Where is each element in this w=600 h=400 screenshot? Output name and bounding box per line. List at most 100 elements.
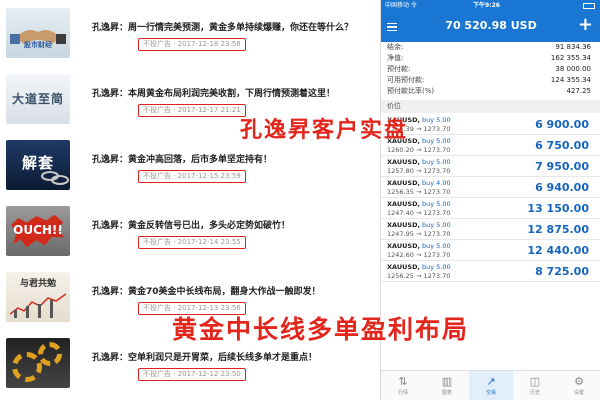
account-row: 可用预付款: 124 355.34 (381, 75, 600, 86)
thumbnail-caption: 大道至简 (11, 92, 64, 106)
new-order-button[interactable]: + (578, 15, 593, 35)
order-prices: 1247.95 → 1273.70 (387, 230, 451, 238)
menu-icon[interactable] (387, 23, 397, 31)
order-row[interactable]: XAUUSD, buy 5.00 1257.80 → 1273.70 7 950… (381, 156, 600, 177)
account-row: 预付款比率(%) 427.25 (381, 86, 600, 97)
article-thumbnail[interactable] (6, 338, 70, 388)
order-side: buy 5.00 (422, 242, 451, 250)
order-symbol: XAUUSD, (387, 158, 420, 166)
thumbnail-caption: 股市财经 (24, 40, 52, 49)
order-profit: 13 150.00 (527, 202, 589, 215)
account-value: 91 834.36 (555, 43, 591, 51)
tab-label: 历史 (529, 390, 540, 396)
order-profit: 6 940.00 (535, 181, 589, 194)
handshake-icon (10, 30, 66, 44)
order-profit: 7 950.00 (535, 160, 589, 173)
account-label: 结余: (387, 43, 404, 51)
article-title[interactable]: 孔逸昇：周一行情完美预测，黄金多单持续爆赚，你还在等什么？ (92, 20, 372, 33)
order-prices: 1260.20 → 1273.70 (387, 146, 451, 154)
order-side: buy 5.00 (422, 158, 451, 166)
article-title[interactable]: 孔逸昇：本周黄金布局利润完美收割，下周行情预测着这里！ (92, 86, 372, 99)
article-title[interactable]: 孔逸昇：黄金70美金中长线布局，翻身大作战一触即发！ (92, 284, 372, 297)
tab-history[interactable]: ◫ 历史 (513, 371, 557, 400)
account-row: 预付款: 38 000.00 (381, 64, 600, 75)
order-side: buy 5.00 (422, 116, 451, 124)
order-row[interactable]: XAUUSD, buy 5.00 1247.95 → 1273.70 12 87… (381, 219, 600, 240)
article-title[interactable]: 孔逸昇：黄金反转信号已出，多头必定势如破竹！ (92, 218, 372, 231)
account-balance: 70 520.98 USD (445, 19, 537, 32)
order-profit: 6 750.00 (535, 139, 589, 152)
account-value: 162 355.34 (550, 54, 591, 62)
order-side: buy 5.00 (422, 200, 451, 208)
feed-item[interactable]: 股市财经 孔逸昇：周一行情完美预测，黄金多单持续爆赚，你还在等什么？ 不投广告 … (0, 0, 374, 62)
account-label: 可用预付款: (387, 76, 425, 84)
gear-icon (38, 342, 62, 366)
account-value: 124 355.34 (550, 76, 591, 84)
status-bar: 中国移动 令 下午9:26 (381, 0, 600, 11)
article-thumbnail[interactable]: OUCH!! (6, 206, 70, 256)
order-symbol: XAUUSD, (387, 242, 420, 250)
order-prices: 1247.40 → 1273.70 (387, 209, 451, 217)
carrier-label: 中国移动 令 (385, 2, 417, 9)
order-side: buy 5.00 (422, 263, 451, 271)
order-row[interactable]: XAUUSD, buy 5.00 1247.40 → 1273.70 13 15… (381, 198, 600, 219)
order-profit: 8 725.00 (535, 265, 589, 278)
tab-trade[interactable]: ↗ 交易 (469, 371, 513, 400)
article-thumbnail[interactable]: 与君共勉 (6, 272, 70, 322)
order-row[interactable]: XAUUSD, buy 4.00 1256.35 → 1273.70 6 940… (381, 177, 600, 198)
thumbnail-caption: OUCH!! (13, 223, 63, 237)
order-symbol: XAUUSD, (387, 221, 420, 229)
article-thumbnail[interactable]: 大道至简 (6, 74, 70, 124)
order-symbol: XAUUSD, (387, 200, 420, 208)
order-row[interactable]: XAUUSD, buy 5.00 1242.60 → 1273.70 12 44… (381, 240, 600, 261)
post-meta: 不投广告 · 2017-12-17 21:21 (138, 104, 246, 117)
order-prices: 1257.80 → 1273.70 (387, 167, 451, 175)
tab-settings[interactable]: ⚙ 设置 (557, 371, 600, 400)
order-profit: 12 440.00 (527, 244, 589, 257)
order-profit: 6 900.00 (535, 118, 589, 131)
battery-icon (583, 3, 595, 9)
article-title[interactable]: 孔逸昇：黄金冲高回落，后市多单坚定持有！ (92, 152, 372, 165)
order-side: buy 4.00 (422, 179, 451, 187)
account-label: 净值: (387, 54, 404, 62)
overlay-caption-top: 孔逸昇客户实盘 (240, 117, 409, 143)
order-side: buy 5.00 (422, 137, 451, 145)
stock-chart-icon (10, 293, 66, 318)
order-prices: 1256.25 → 1273.70 (387, 272, 451, 280)
trade-icon: ↗ (486, 375, 496, 388)
app-header: 70 520.98 USD + (381, 11, 600, 42)
history-icon: ◫ (529, 375, 541, 388)
post-meta: 不投广告 · 2017-12-12 23:50 (138, 368, 246, 381)
settings-icon: ⚙ (574, 375, 584, 388)
account-label: 预付款: (387, 65, 411, 73)
order-side: buy 5.00 (422, 221, 451, 229)
order-row[interactable]: XAUUSD, buy 5.00 1260.20 → 1273.70 6 750… (381, 135, 600, 156)
account-row: 结余: 91 834.36 (381, 42, 600, 53)
article-title[interactable]: 孔逸昇：空单利润只是开胃菜，后续长线多单才是重点！ (92, 350, 372, 363)
order-row[interactable]: XAUUSD, buy 5.00 1256.39 → 1273.70 6 900… (381, 114, 600, 135)
post-meta: 不投广告 · 2017-12-15 23:59 (138, 170, 246, 183)
article-thumbnail[interactable]: 解套 (6, 140, 70, 190)
overlay-caption-bottom: 黄金中长线多单盈利布局 (172, 315, 470, 344)
account-row: 净值: 162 355.34 (381, 53, 600, 64)
article-thumbnail[interactable]: 股市财经 (6, 8, 70, 58)
bottom-tab-bar: ⇅ 行情 ▥ 图表 ↗ 交易 ◫ 历史 ⚙ 设置 (381, 370, 600, 400)
tab-label: 行情 (397, 390, 408, 396)
tab-quotes[interactable]: ⇅ 行情 (381, 371, 425, 400)
order-row[interactable]: XAUUSD, buy 5.00 1256.25 → 1273.70 8 725… (381, 261, 600, 282)
tab-label: 图表 (441, 390, 452, 396)
chart-icon: ▥ (441, 375, 453, 388)
tab-chart[interactable]: ▥ 图表 (425, 371, 469, 400)
order-prices: 1242.60 → 1273.70 (387, 251, 451, 259)
tab-label: 设置 (573, 390, 584, 396)
thumbnail-caption: 与君共勉 (19, 279, 56, 289)
account-summary: 结余: 91 834.36 净值: 162 355.34 预付款: 38 000… (381, 42, 600, 97)
account-value: 427.25 (566, 87, 592, 95)
quotes-icon: ⇅ (398, 375, 408, 388)
order-symbol: XAUUSD, (387, 179, 420, 187)
order-list: XAUUSD, buy 5.00 1256.39 → 1273.70 6 900… (381, 114, 600, 282)
order-symbol: XAUUSD, (387, 263, 420, 271)
feed-item[interactable]: OUCH!! 孔逸昇：黄金反转信号已出，多头必定势如破竹！ 不投广告 · 201… (0, 198, 374, 260)
post-meta: 不投广告 · 2017-12-14 23:55 (138, 236, 246, 249)
section-header: 价位 (381, 100, 600, 113)
